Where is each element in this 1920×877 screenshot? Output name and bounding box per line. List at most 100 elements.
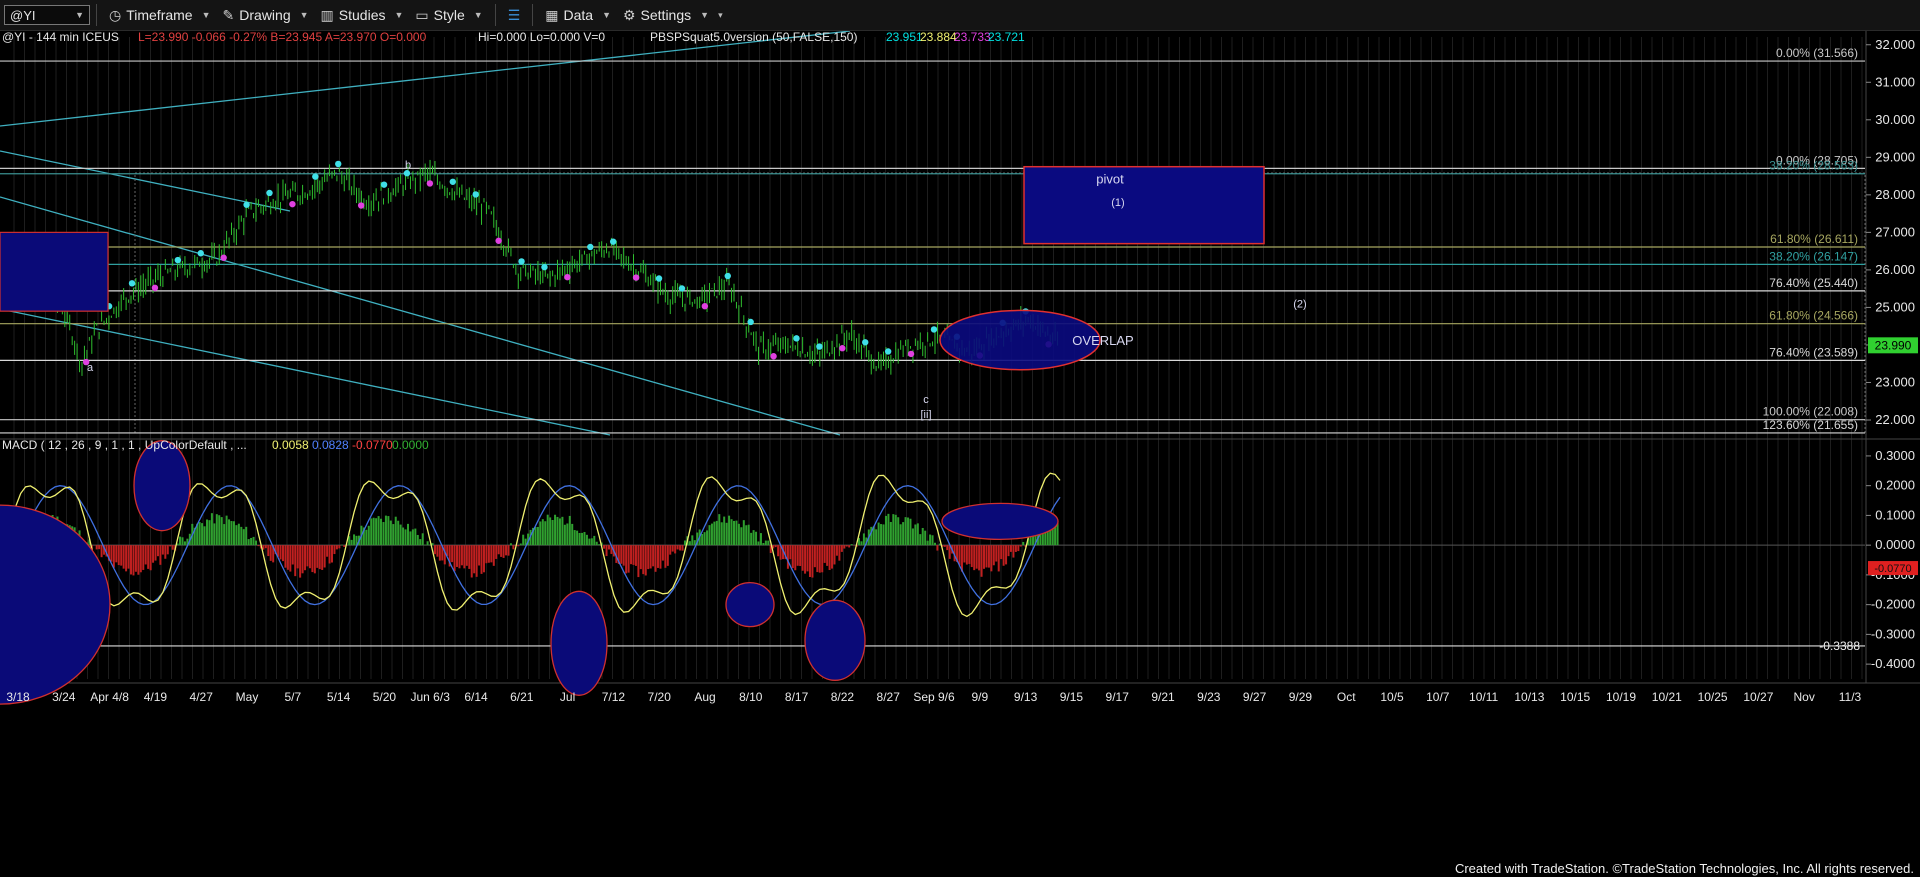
x-tick-label: 10/19: [1606, 690, 1636, 704]
signal-dot: [243, 201, 250, 208]
x-tick-label: 10/25: [1698, 690, 1728, 704]
signal-dot: [747, 318, 754, 326]
x-tick-label: Jul: [560, 690, 575, 704]
signal-dot: [609, 238, 617, 245]
layout-button[interactable]: ☰: [502, 2, 527, 28]
drawing-button[interactable]: ✎ Drawing ▼: [217, 2, 315, 28]
macd-ellipse: [550, 590, 608, 696]
x-tick-label: Sep 9/6: [913, 690, 955, 704]
signal-dot: [128, 280, 136, 287]
macd-y-tick-label: 0.0000: [1875, 537, 1915, 552]
x-tick-label: 6/14: [464, 690, 488, 704]
x-tick-label: 4/27: [190, 690, 214, 704]
x-tick-label: 4/19: [144, 690, 168, 704]
signal-dot: [793, 335, 800, 342]
signal-dot: [907, 350, 915, 358]
y-tick-label: 30.000: [1875, 112, 1915, 127]
last-price-label: 23.990: [1875, 338, 1912, 352]
macd-ellipse: [133, 440, 191, 532]
macd-y-tick-label: 0.3000: [1875, 448, 1915, 463]
style-label: Style: [433, 7, 465, 23]
x-tick-label: 10/21: [1652, 690, 1682, 704]
signal-dot: [655, 275, 663, 282]
x-tick-label: 8/27: [877, 690, 901, 704]
toolbar-divider: [532, 4, 534, 26]
macd-value: 0.0000: [392, 438, 429, 452]
macd-level-label: -0.3388: [1819, 639, 1860, 653]
macd-y-tick-label: -0.2000: [1871, 597, 1915, 612]
signal-dot: [449, 178, 457, 185]
x-tick-label: 10/5: [1380, 690, 1404, 704]
timeframe-button[interactable]: ◷ Timeframe ▼: [103, 2, 217, 28]
x-tick-label: Apr 4/8: [90, 690, 129, 704]
toolbar-divider: [96, 4, 97, 26]
signal-dot: [174, 256, 182, 264]
settings-label: Settings: [640, 7, 692, 23]
studies-icon: ▥: [320, 6, 334, 23]
y-tick-label: 27.000: [1875, 224, 1915, 239]
macd-label: MACD ( 12 , 26 , 9 , 1 , 1 , UpColorDefa…: [2, 438, 247, 452]
annotation-label: b: [405, 160, 411, 172]
x-tick-label: 5/7: [284, 690, 301, 704]
macd-y-tick-label: 0.2000: [1875, 478, 1915, 493]
chevron-down-icon: ▼: [201, 10, 211, 20]
signal-dot: [380, 181, 388, 188]
chart-area[interactable]: 0.00% (31.566)0.00% (28.705)38.20% (28.5…: [0, 31, 1920, 860]
chart-symbol-info: @YI - 144 min ICEUS: [2, 31, 119, 44]
x-tick-label: 10/11: [1469, 690, 1498, 704]
macd-y-tick-label: -0.4000: [1871, 656, 1915, 671]
fib-label: 76.40% (25.440): [1769, 276, 1858, 290]
layout-icon: ☰: [507, 6, 521, 23]
x-tick-label: 10/27: [1743, 690, 1773, 704]
macd-value: 0.0058: [272, 438, 309, 452]
signal-dot: [564, 273, 571, 281]
y-tick-label: 22.000: [1875, 412, 1915, 427]
chevron-down-icon: ▼: [602, 10, 611, 20]
signal-dot: [724, 272, 731, 280]
chevron-down-icon: ▼: [700, 10, 710, 20]
x-tick-label: Oct: [1337, 690, 1356, 704]
fib-label: 61.80% (24.566): [1769, 309, 1858, 323]
data-button[interactable]: ▦ Data ▼: [539, 2, 617, 28]
x-tick-label: 11/3: [1839, 690, 1862, 704]
time-axis: 3/18 3/24 Apr 4/8 4/19 4/27 May 5/7 5/14 5/20 Jun…: [6, 690, 1861, 704]
studies-label: Studies: [338, 7, 386, 23]
pivot-box: [1023, 165, 1265, 245]
toolbar-divider: [494, 4, 496, 26]
symbol-input[interactable]: @YI ▼: [4, 5, 90, 25]
drawing-label: Drawing: [239, 7, 291, 23]
y-tick-label: 23.000: [1875, 374, 1915, 389]
y-tick-label: 29.000: [1875, 149, 1915, 164]
signal-dot: [884, 348, 892, 355]
x-tick-label: 3/24: [52, 690, 76, 704]
signal-dot: [541, 263, 548, 271]
style-button[interactable]: ▭ Style ▼: [409, 2, 488, 28]
y-tick-label: 28.000: [1875, 187, 1915, 202]
x-tick-label: 10/13: [1514, 690, 1544, 704]
timeframe-label: Timeframe: [126, 7, 193, 23]
signal-dot: [701, 302, 709, 310]
clock-icon: ◷: [109, 6, 122, 23]
x-tick-label: 9/27: [1243, 690, 1267, 704]
x-tick-label: 9/9: [971, 690, 988, 704]
annotation-label: (1): [1111, 197, 1124, 209]
signal-dot: [587, 243, 594, 251]
signal-dot: [220, 254, 227, 261]
study-label: PBSPSquat5.0version (50,FALSE,150): [650, 31, 857, 44]
signal-dot: [426, 180, 434, 187]
studies-button[interactable]: ▥ Studies ▼: [315, 2, 410, 28]
fib-label: 100.00% (22.008): [1763, 405, 1858, 419]
chevron-down-icon: ▾: [718, 9, 723, 20]
annotation-label: c: [923, 394, 929, 406]
y-tick-label: 31.000: [1875, 74, 1915, 89]
settings-button[interactable]: ⚙ Settings ▼ ▾: [617, 2, 729, 28]
x-tick-label: 3/18: [6, 690, 30, 704]
macd-value: -0.0770: [352, 438, 393, 452]
symbol-value: @YI: [10, 7, 36, 23]
x-tick-label: 6/21: [510, 690, 534, 704]
macd-value: 0.0828: [312, 438, 349, 452]
chevron-down-icon: ▼: [473, 10, 483, 20]
x-tick-label: 8/22: [831, 690, 855, 704]
study-value: 23.721: [988, 31, 1025, 44]
x-tick-label: 9/21: [1151, 690, 1175, 704]
